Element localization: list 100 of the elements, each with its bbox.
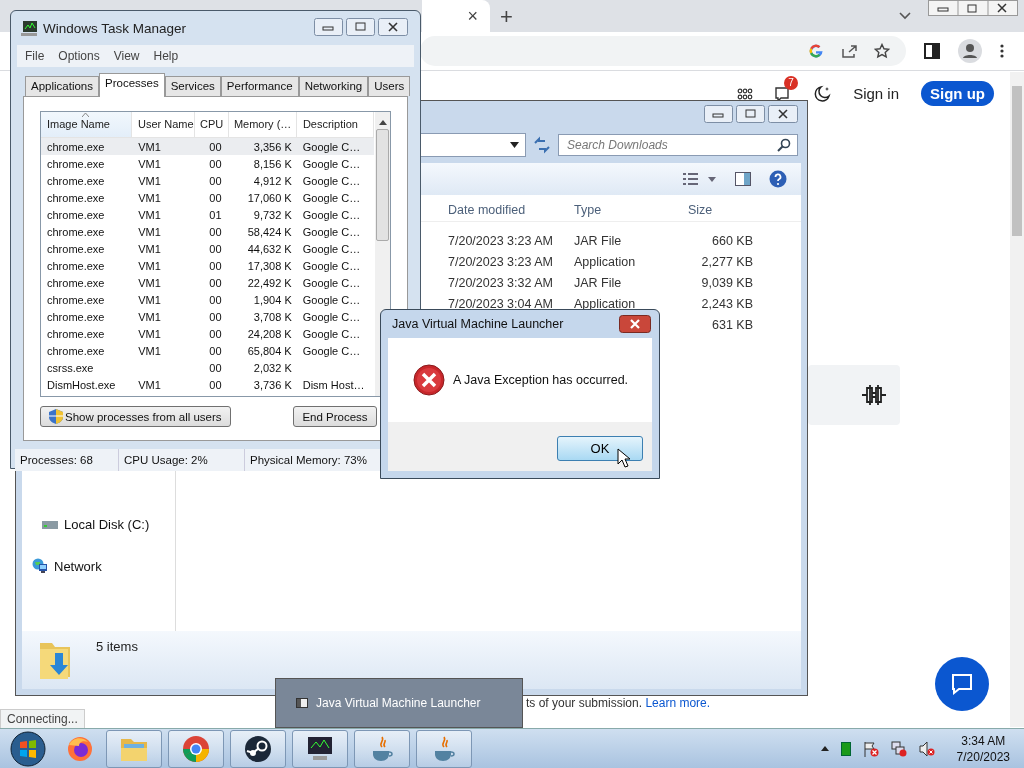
help-icon[interactable] — [769, 170, 787, 188]
nav-item[interactable]: Network — [32, 558, 175, 574]
tab[interactable]: Processes — [99, 73, 165, 97]
table-cell: 660 KB — [712, 233, 753, 248]
tab[interactable]: Users — [368, 76, 411, 96]
column-header[interactable]: Description — [296, 112, 374, 137]
sign-in-link[interactable]: Sign in — [853, 85, 899, 102]
sort-caret-icon — [82, 113, 89, 117]
process-row[interactable]: chrome.exe VM1 00 44,632 K Google C… — [41, 240, 374, 257]
taskbar-preview[interactable]: Java Virtual Machine Launcher — [275, 678, 523, 728]
view-list-icon[interactable] — [683, 173, 717, 185]
process-row[interactable]: csrss.exe 00 2,032 K — [41, 359, 374, 376]
menu-item[interactable]: Options — [58, 49, 100, 63]
tray-app-icon[interactable] — [840, 741, 851, 756]
steam-taskbar-icon[interactable] — [230, 729, 286, 768]
window-title: Windows Task Manager — [43, 20, 187, 36]
process-row[interactable]: chrome.exe VM1 00 17,308 K Google C… — [41, 257, 374, 274]
search-icon[interactable] — [777, 138, 791, 152]
window-controls[interactable] — [928, 0, 1018, 16]
moon-icon[interactable] — [813, 84, 832, 103]
clock-time[interactable]: 3:34 AM — [961, 732, 1006, 749]
window-icon — [296, 698, 308, 708]
volume-muted-icon[interactable] — [918, 740, 935, 757]
dropdown-icon[interactable] — [510, 142, 519, 148]
shield-icon — [49, 409, 63, 424]
profile-icon[interactable] — [958, 39, 982, 63]
nav-item[interactable]: Local Disk (C:) — [42, 517, 175, 532]
preview-title: Java Virtual Machine Launcher — [316, 696, 481, 710]
column-header[interactable]: Size — [683, 203, 753, 217]
table-cell: 7/20/2023 3:23 AM — [448, 233, 553, 248]
show-all-users-button[interactable]: Show processes from all users — [40, 406, 231, 427]
chrome-taskbar-icon[interactable] — [168, 729, 224, 768]
apps-grid-icon[interactable] — [737, 87, 754, 100]
table-cell: Application — [574, 296, 636, 311]
column-header[interactable]: Date modified — [448, 203, 568, 217]
window-controls[interactable] — [314, 17, 408, 39]
process-row[interactable]: chrome.exe VM1 00 24,208 K Google C… — [41, 325, 374, 342]
search-field[interactable]: Search Downloads — [558, 134, 798, 156]
notification-badge: 7 — [784, 75, 799, 90]
ok-button[interactable]: OK — [557, 436, 643, 461]
chevron-icon[interactable] — [899, 12, 911, 20]
process-row[interactable]: chrome.exe VM1 01 9,732 K Google C… — [41, 206, 374, 223]
star-icon[interactable] — [874, 43, 890, 59]
column-header[interactable]: User Name — [131, 112, 196, 137]
error-icon — [413, 364, 445, 396]
chat-button[interactable] — [935, 657, 989, 711]
column-header[interactable]: Memory (… — [228, 112, 297, 137]
table-cell: 9,039 KB — [701, 275, 753, 290]
task-manager-taskbar-icon[interactable] — [292, 729, 348, 768]
sign-up-button[interactable]: Sign up — [921, 81, 994, 106]
table-cell: 2,243 KB — [701, 296, 753, 311]
process-row[interactable]: chrome.exe VM1 00 8,156 K Google C… — [41, 155, 374, 172]
folder-taskbar-icon[interactable] — [106, 729, 162, 768]
table-cell: JAR File — [574, 233, 622, 248]
tab[interactable]: Applications — [25, 76, 99, 96]
process-row[interactable]: chrome.exe VM1 00 1,904 K Google C… — [41, 291, 374, 308]
process-row[interactable]: chrome.exe VM1 00 17,060 K Google C… — [41, 189, 374, 206]
tab[interactable]: Services — [164, 76, 221, 96]
flag-icon[interactable] — [862, 740, 879, 757]
network-icon — [32, 558, 48, 574]
status-text: Physical Memory: 73% — [249, 453, 367, 468]
java-taskbar-icon[interactable] — [416, 729, 472, 768]
drive-icon — [42, 519, 58, 530]
plug-icon[interactable] — [860, 384, 888, 406]
close-tab-button[interactable]: × — [467, 5, 478, 27]
menu-item[interactable]: Help — [153, 49, 179, 63]
process-row[interactable]: chrome.exe VM1 00 65,804 K Google C… — [41, 342, 374, 359]
browser-tab[interactable]: × — [422, 0, 490, 32]
share-icon[interactable] — [840, 43, 858, 59]
column-header[interactable]: Image Name — [41, 112, 132, 137]
process-row[interactable]: chrome.exe VM1 00 22,492 K Google C… — [41, 274, 374, 291]
scroll-up-icon[interactable] — [378, 120, 387, 125]
java-taskbar-icon[interactable] — [354, 729, 410, 768]
network-status-icon[interactable] — [890, 740, 907, 757]
process-row[interactable]: chrome.exe VM1 00 58,424 K Google C… — [41, 223, 374, 240]
process-row[interactable]: chrome.exe VM1 00 3,708 K Google C… — [41, 308, 374, 325]
notification-icon[interactable] — [775, 85, 792, 102]
menu-icon[interactable] — [1000, 44, 1004, 58]
show-hidden-icons-icon[interactable] — [820, 746, 829, 751]
google-icon[interactable] — [808, 43, 824, 59]
close-button[interactable] — [619, 315, 651, 333]
learn-more-link[interactable]: Learn more. — [645, 696, 711, 710]
table-cell: JAR File — [574, 275, 622, 290]
menu-item[interactable]: View — [113, 49, 140, 63]
refresh-icon[interactable] — [532, 135, 552, 155]
side-panel-icon[interactable] — [924, 43, 940, 59]
menu-item[interactable]: File — [25, 49, 45, 63]
tab[interactable]: Performance — [220, 76, 299, 96]
clock-date[interactable]: 7/20/2023 — [956, 748, 1010, 765]
end-process-button[interactable]: End Process — [293, 406, 377, 427]
tab[interactable]: Networking — [298, 76, 369, 96]
new-tab-button[interactable]: + — [500, 4, 513, 30]
column-header[interactable]: CPU — [195, 112, 229, 137]
preview-pane-icon[interactable] — [735, 172, 751, 186]
scrollbar[interactable] — [1010, 72, 1024, 727]
start-button[interactable] — [10, 730, 46, 767]
table-cell: 7/20/2023 3:04 AM — [448, 296, 553, 311]
process-row[interactable]: chrome.exe VM1 00 3,356 K Google C… — [41, 138, 374, 155]
process-row[interactable]: DismHost.exe VM1 00 3,736 K Dism Host… — [41, 376, 374, 393]
column-header[interactable]: Type — [568, 203, 683, 217]
